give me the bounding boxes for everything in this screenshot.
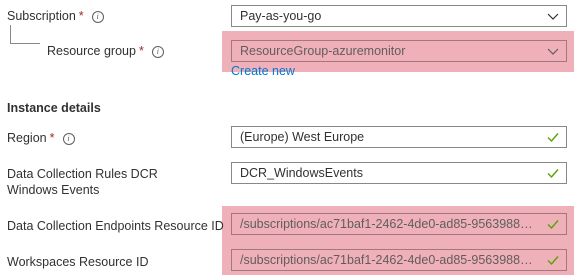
create-new-link[interactable]: Create new [231,64,295,78]
workspace-resource-id-input[interactable]: /subscriptions/ac71baf1-2462-4de0-ad85-9… [231,249,567,271]
resource-group-dropdown[interactable]: ResourceGroup-azuremonitor [231,40,567,62]
dcr-value: DCR_WindowsEvents [240,166,363,180]
resource-group-label: Resource group [47,44,136,58]
tree-connector-horizontal [10,43,40,44]
workspace-value: /subscriptions/ac71baf1-2462-4de0-ad85-9… [240,253,538,267]
info-icon[interactable]: i [151,46,164,58]
subscription-value: Pay-as-you-go [240,9,322,23]
resource-group-value: ResourceGroup-azuremonitor [240,44,406,58]
dce-value: /subscriptions/ac71baf1-2462-4de0-ad85-9… [240,217,538,231]
workspace-label: Workspaces Resource ID [7,255,149,269]
info-icon[interactable]: i [62,133,75,145]
region-label: Region [7,131,47,145]
tree-connector-vertical [10,25,11,44]
dcr-label: Data Collection Rules DCR Windows Events [7,167,158,197]
resource-group-label-row: Resource group * i [47,43,164,59]
region-dropdown[interactable]: (Europe) West Europe [231,126,567,148]
dce-resource-id-input[interactable]: /subscriptions/ac71baf1-2462-4de0-ad85-9… [231,213,567,235]
subscription-dropdown[interactable]: Pay-as-you-go [231,5,567,27]
region-label-row: Region * i [7,130,75,146]
checkmark-icon [547,220,559,230]
checkmark-icon [547,169,559,179]
dcr-input[interactable]: DCR_WindowsEvents [231,162,567,184]
subscription-label: Subscription [7,9,76,23]
info-icon[interactable]: i [91,11,104,23]
chevron-down-icon [547,48,559,55]
dce-label: Data Collection Endpoints Resource ID [7,219,224,233]
required-asterisk: * [78,9,84,23]
checkmark-icon [547,256,559,266]
chevron-down-icon [547,13,559,20]
required-asterisk: * [138,44,144,58]
required-asterisk: * [49,131,55,145]
region-value: (Europe) West Europe [240,130,365,144]
instance-details-heading: Instance details [7,101,101,115]
subscription-label-row: Subscription * i [7,8,104,24]
checkmark-icon [547,133,559,143]
